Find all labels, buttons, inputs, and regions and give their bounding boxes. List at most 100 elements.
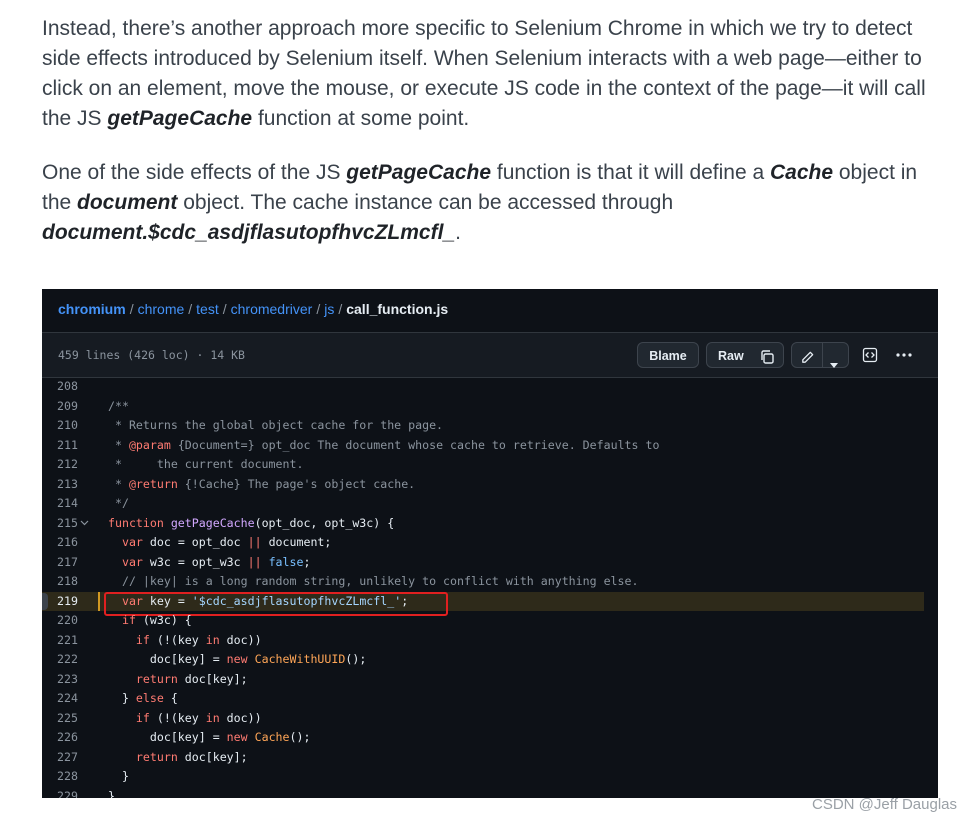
code-token: in (205, 632, 220, 647)
breadcrumb-separator: / (338, 301, 343, 317)
text-run: . (455, 221, 461, 244)
line-number[interactable]: 225 (42, 709, 78, 729)
line-number[interactable]: 221 (42, 631, 78, 651)
code-line: 223 return doc[key]; (42, 670, 938, 690)
code-text: // |key| is a long random string, unlike… (108, 572, 639, 592)
breadcrumb-separator: / (129, 301, 134, 317)
breadcrumb-link[interactable]: chromedriver (231, 301, 313, 317)
line-number[interactable]: 217 (42, 553, 78, 573)
github-code-viewer: chromium / chrome / test / chromedriver / js / cal… (42, 289, 938, 798)
line-number[interactable]: 216 (42, 533, 78, 553)
copy-icon[interactable] (759, 348, 775, 374)
line-options-tab[interactable] (42, 592, 48, 610)
code-line: 215 function getPageCache(opt_doc, opt_w3… (42, 514, 938, 534)
code-token: /** (108, 398, 129, 413)
triangle-down-icon[interactable] (829, 352, 839, 378)
breadcrumb-separator: / (222, 301, 227, 317)
line-highlight-marker (98, 591, 100, 611)
code-token: var (121, 535, 143, 549)
code-text: return doc[key]; (108, 670, 248, 690)
code-text: * @param {Document=} opt_doc The documen… (108, 436, 659, 456)
code-token: {Document=} opt_doc The document whose c… (170, 437, 660, 452)
code-line: 210 * Returns the global object cache fo… (42, 416, 938, 436)
code-token: CacheWithUUID (254, 652, 346, 666)
code-line: 213 * @return {!Cache} The page's object… (42, 475, 938, 495)
code-token: (!(key (149, 710, 206, 725)
code-text: } else { (108, 689, 178, 709)
emphasized-term: getPageCache (346, 161, 492, 184)
code-token: (!(key (149, 632, 206, 647)
line-number[interactable]: 223 (42, 670, 78, 690)
code-text: var w3c = opt_w3c || false; (108, 553, 311, 573)
code-text: doc[key] = new CacheWithUUID(); (108, 650, 366, 670)
line-number[interactable]: 218 (42, 572, 78, 592)
line-number[interactable]: 214 (42, 494, 78, 514)
code-line-highlighted: 219 var key = '$cdc_asdjflasutopfhvcZLmc… (42, 591, 924, 616)
breadcrumb-link[interactable]: chromium (58, 301, 126, 317)
code-token: Cache (254, 730, 290, 744)
line-number[interactable]: 228 (42, 767, 78, 787)
raw-button[interactable]: Raw (718, 349, 744, 363)
code-line: 218 // |key| is a long random string, un… (42, 572, 938, 592)
code-line: 222 doc[key] = new CacheWithUUID(); (42, 650, 938, 670)
blame-button[interactable]: Blame (637, 342, 699, 368)
line-number[interactable]: 220 (42, 611, 78, 631)
emphasized-term: document (77, 191, 178, 214)
edit-button-group (791, 342, 849, 368)
line-number[interactable]: 222 (42, 650, 78, 670)
line-number[interactable]: 208 (42, 377, 78, 397)
line-number[interactable]: 212 (42, 455, 78, 475)
line-number[interactable]: 226 (42, 728, 78, 748)
code-token: } (108, 691, 136, 705)
line-number[interactable]: 213 (42, 475, 78, 495)
code-token: new (226, 730, 248, 744)
line-number[interactable]: 210 (42, 416, 78, 436)
line-number[interactable]: 229 (42, 787, 78, 799)
breadcrumb-link[interactable]: js (324, 301, 334, 317)
code-token: * the current document. (108, 457, 304, 471)
line-number[interactable]: 211 (42, 436, 78, 456)
file-meta: 459 lines (426 loc) · 14 KB (58, 348, 245, 362)
code-token: @param (128, 437, 171, 452)
code-token: * Returns the global object cache for th… (108, 418, 444, 432)
line-number[interactable]: 209 (42, 397, 78, 417)
code-text: if (!(key in doc)) (108, 709, 262, 729)
code-token: (); (289, 730, 311, 744)
code-line: 209 /** (42, 397, 938, 417)
text-run: function at some point. (252, 107, 470, 130)
line-number[interactable]: 224 (42, 689, 78, 709)
breadcrumb-link[interactable]: test (196, 301, 219, 317)
code-text: if (!(key in doc)) (108, 631, 262, 651)
article-text: Instead, there’s another approach more s… (42, 14, 942, 248)
code-token: var (121, 554, 143, 569)
breadcrumb-link[interactable]: chrome (138, 301, 185, 317)
emphasized-term: document.$cdc_asdjflasutopfhvcZLmcfl_ (42, 221, 456, 244)
code-token: doc[key]; (177, 749, 248, 764)
code-line: 220 if (w3c) { (42, 611, 938, 631)
line-number[interactable]: 227 (42, 748, 78, 768)
watermark: CSDN @Jeff Dauglas (811, 796, 957, 813)
line-number[interactable]: 215 (42, 514, 78, 534)
code-token: (w3c) { (135, 613, 192, 627)
code-line: 212 * the current document. (42, 455, 938, 475)
kebab-horizontal-icon[interactable] (893, 342, 915, 368)
code-text: } (108, 787, 115, 799)
code-token: if (135, 710, 150, 725)
code-text: /** (108, 397, 129, 417)
pencil-icon[interactable] (800, 348, 815, 374)
code-text: var doc = opt_doc || document; (108, 533, 331, 553)
code-token: } (108, 769, 129, 783)
code-line: 225 if (!(key in doc)) (42, 709, 938, 729)
code-token: return (135, 749, 178, 764)
fold-chevron-icon[interactable] (80, 514, 92, 534)
code-square-icon[interactable] (859, 342, 881, 368)
code-line: 229} (42, 787, 938, 799)
text-run: object. The cache instance can be access… (177, 191, 674, 214)
emphasized-term: Cache (770, 161, 834, 184)
code-token: { (163, 691, 178, 705)
